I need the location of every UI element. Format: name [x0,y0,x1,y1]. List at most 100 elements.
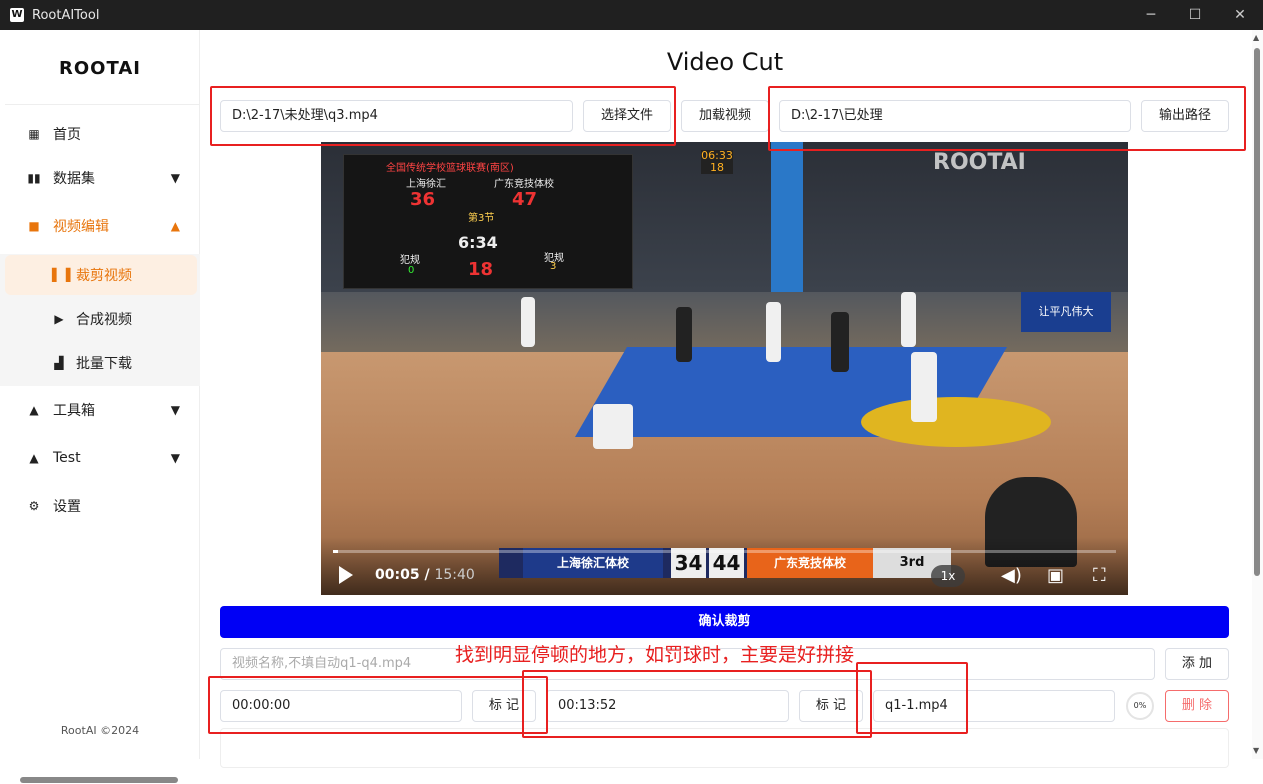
title-bar: W RootAITool ─ ☐ ✕ [0,0,1263,30]
video-seek-progress [333,550,338,553]
clip-name-input[interactable]: q1-1.mp4 [873,690,1115,722]
page-title: Video Cut [666,48,784,76]
scoreboard-score-a: 36 [410,189,436,210]
annotation-text: 找到明显停顿的地方，如罚球时，主要是好拼接 [455,644,855,666]
sidebar-item-label: 工具箱 [53,403,95,419]
fullscreen-icon[interactable]: ⛶ [1093,565,1106,586]
scroll-down-icon[interactable]: ▼ [1253,746,1259,755]
video-player-figure [766,302,781,362]
sidebar-item-test[interactable]: ▲ Test ▼ [0,436,200,480]
scoreboard-score-b: 47 [512,189,538,210]
rootai-watermark: ROOTAI [933,150,1026,175]
sidebar-item-label: 裁剪视频 [76,268,132,284]
scoreboard-clock: 6:34 [458,233,498,252]
play-square-icon: ▶ [54,312,64,326]
video-pillar [771,142,803,292]
copyright: RootAI ©2024 [60,724,140,737]
sidebar-item-merge-video[interactable]: ▶ 合成视频 [0,299,200,339]
output-path-field[interactable]: D:\2-17\已处理 [779,100,1131,132]
gear-icon: ⚙ [28,499,40,513]
chevron-down-icon: ▼ [170,451,180,465]
video-key-area [861,397,1051,447]
sidebar-item-settings[interactable]: ⚙ 设置 [0,484,200,528]
divider [5,104,199,105]
maximize-button[interactable]: ☐ [1172,0,1218,30]
video-player-figure [521,297,535,347]
playback-speed-button[interactable]: 1x [931,565,965,587]
video-duration: 15:40 [434,567,475,583]
window-title: RootAITool [32,7,100,23]
play-icon[interactable] [339,566,353,584]
horizontal-scrollbar[interactable] [8,776,196,784]
confirm-cut-button[interactable]: 确认裁剪 [220,606,1229,638]
sidebar-item-label: 数据集 [53,171,95,187]
video-seek-bar[interactable] [333,550,1116,553]
output-path-button[interactable]: 输出路径 [1141,100,1229,132]
video-time: 00:05 / 15:40 [375,567,475,583]
picture-in-picture-icon[interactable]: ▣ [1047,565,1064,586]
add-button[interactable]: 添 加 [1165,648,1229,680]
logo: ROOTAI [59,58,141,79]
scrollbar-thumb[interactable] [20,777,178,783]
clip-progress: 0% [1126,692,1154,720]
input-path-field[interactable]: D:\2-17\未处理\q3.mp4 [220,100,573,132]
shot-clock: 06:33 18 [701,149,733,174]
scoreboard-fouls-a: 0 [408,265,415,276]
video-player-figure [676,307,692,362]
cut-icon: ▌▐ [52,268,71,282]
scoreboard-period: 第3节 [468,213,495,224]
close-button[interactable]: ✕ [1217,0,1263,30]
volume-icon[interactable]: ◀) [1001,565,1022,586]
video-player-figure [593,404,633,449]
minimize-button[interactable]: ─ [1128,0,1174,30]
sidebar-item-video-edit[interactable]: ■ 视频编辑 ▲ [0,204,200,248]
scoreboard-fouls-b-right: 3 [550,261,557,272]
load-video-button[interactable]: 加载视频 [681,100,769,132]
mark-start-button[interactable]: 标 记 [472,690,536,722]
start-time-input[interactable]: 00:00:00 [220,690,462,722]
choose-file-button[interactable]: 选择文件 [583,100,671,132]
sidebar-item-toolbox[interactable]: ▲ 工具箱 ▼ [0,388,200,432]
sidebar-item-label: 合成视频 [76,312,132,328]
video-icon: ■ [28,219,40,233]
chevron-up-icon: ▲ [170,219,180,233]
sidebar-item-label: 设置 [53,499,81,515]
vertical-scrollbar[interactable]: ▲ ▼ [1252,30,1263,759]
arena-banner: 让平凡伟大 [1021,292,1111,332]
delete-button[interactable]: 删 除 [1165,690,1229,722]
sidebar-item-cut-video[interactable]: ▌▐ 裁剪视频 [5,255,197,295]
sidebar: ROOTAI ▦ 首页 ▮▮ 数据集 ▼ ■ 视频编辑 ▲ ▌▐ 裁剪视频 ▶ … [0,30,200,783]
scroll-up-icon[interactable]: ▲ [1253,33,1259,42]
video-player-figure [831,312,849,372]
sidebar-item-home[interactable]: ▦ 首页 [0,112,200,156]
arena-scoreboard: 全国传统学校篮球联赛(南区) 上海徐汇 广东竞技体校 36 47 第3节 6:3… [343,154,633,289]
end-time-input[interactable]: 00:13:52 [546,690,789,722]
clip-list-box [220,728,1229,768]
warning-icon: ▲ [29,403,39,417]
grid-icon: ▦ [28,127,40,141]
scoreboard-team-a: 上海徐汇 [406,179,446,190]
scoreboard-fouls-b: 18 [468,259,494,280]
scoreboard-title: 全国传统学校篮球联赛(南区) [386,163,514,174]
scoreboard-team-b: 广东竞技体校 [494,179,554,190]
video-player-figure [911,352,937,422]
chevron-down-icon: ▼ [170,403,180,417]
video-name-placeholder: 视频名称,不填自动q1-q4.mp4 [232,656,412,671]
scoreboard-foul-label-a: 犯规 [400,255,420,266]
sidebar-item-dataset[interactable]: ▮▮ 数据集 ▼ [0,156,200,200]
sidebar-item-batch-download[interactable]: ▟ 批量下载 [0,343,200,383]
mark-end-button[interactable]: 标 记 [799,690,863,722]
video-time-separator: / [424,567,430,583]
warning-icon: ▲ [29,451,39,465]
sidebar-item-label: 视频编辑 [53,219,109,235]
sidebar-item-label: Test [53,450,81,466]
sidebar-item-label: 批量下载 [76,356,132,372]
chevron-down-icon: ▼ [170,171,180,185]
app-icon: W [10,8,24,22]
video-player-figure [901,292,916,347]
dataset-icon: ▮▮ [27,171,41,185]
sidebar-item-label: 首页 [53,127,81,143]
video-player[interactable]: 全国传统学校篮球联赛(南区) 上海徐汇 广东竞技体校 36 47 第3节 6:3… [321,142,1128,595]
scrollbar-thumb[interactable] [1254,48,1260,576]
video-current-time: 00:05 [375,567,420,583]
